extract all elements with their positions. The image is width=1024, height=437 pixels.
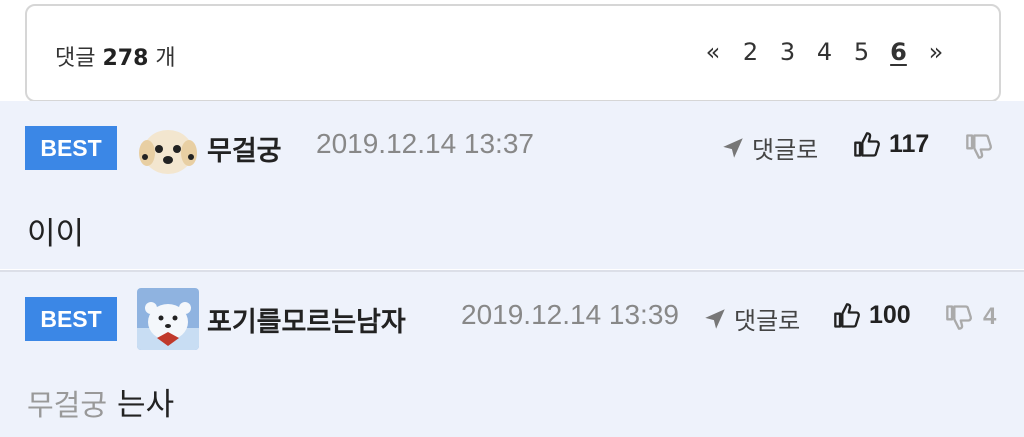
reply-label: 댓글로 <box>734 307 801 335</box>
page-link-3[interactable]: 3 <box>769 38 806 66</box>
like-count: 117 <box>889 130 930 158</box>
reply-label: 댓글로 <box>752 136 819 164</box>
reply-button[interactable]: 댓글로 <box>720 130 818 165</box>
comment-datetime: 2019.12.14 13:37 <box>316 128 534 159</box>
avatar[interactable] <box>137 288 199 350</box>
comment-count-label: 댓글 <box>55 46 96 71</box>
send-arrow-icon <box>705 308 725 329</box>
best-badge: BEST <box>25 297 117 341</box>
comment-body: 무걸궁 는사 <box>27 379 174 424</box>
thumbs-up-icon <box>854 131 880 157</box>
like-button[interactable]: 117 <box>853 130 929 159</box>
thumbs-up-icon <box>834 302 860 328</box>
dislike-button[interactable] <box>965 132 1003 160</box>
comment-count-number: 278 <box>102 46 149 71</box>
comment-body: 이이 <box>27 216 85 252</box>
pagination: « 2 3 4 5 6 » <box>694 38 955 66</box>
page-link-4[interactable]: 4 <box>806 38 843 66</box>
thumbs-down-icon <box>966 134 992 159</box>
comment-datetime: 2019.12.14 13:39 <box>461 299 679 330</box>
send-arrow-icon <box>723 137 743 158</box>
pagination-prev-button[interactable]: « <box>694 38 732 66</box>
dislike-button[interactable]: 4 <box>945 303 996 331</box>
polar-bear-avatar-icon <box>137 288 199 350</box>
dislike-count: 4 <box>983 303 997 330</box>
comment-author[interactable]: 포기를모르는남자 <box>207 300 406 339</box>
best-badge: BEST <box>25 126 117 170</box>
pagination-next-button[interactable]: » <box>917 38 955 66</box>
like-button[interactable]: 100 <box>833 301 911 330</box>
reply-button[interactable]: 댓글로 <box>702 301 800 336</box>
comment-header: 댓글 278 개 « 2 3 4 5 6 » <box>25 4 1001 102</box>
comment-item: BEST 포기를모르는남자 2019.12.14 13:39 댓글로 100 4… <box>0 270 1024 437</box>
thumbs-down-icon <box>946 305 972 330</box>
like-count: 100 <box>869 301 911 329</box>
comment-body-text: 는사 <box>117 387 175 423</box>
page-link-5[interactable]: 5 <box>843 38 880 66</box>
avatar[interactable] <box>137 117 199 179</box>
page-link-2[interactable]: 2 <box>732 38 769 66</box>
comment-count-unit: 개 <box>155 46 176 71</box>
puppy-avatar-icon <box>137 117 199 179</box>
comment-count: 댓글 278 개 <box>55 40 176 72</box>
comment-author[interactable]: 무걸궁 <box>207 129 282 168</box>
comment-item: BEST 무걸궁 2019.12.14 13:37 댓글로 117 이이 <box>0 101 1024 269</box>
quoted-author[interactable]: 무걸궁 <box>27 388 107 422</box>
page-link-current[interactable]: 6 <box>880 38 917 66</box>
